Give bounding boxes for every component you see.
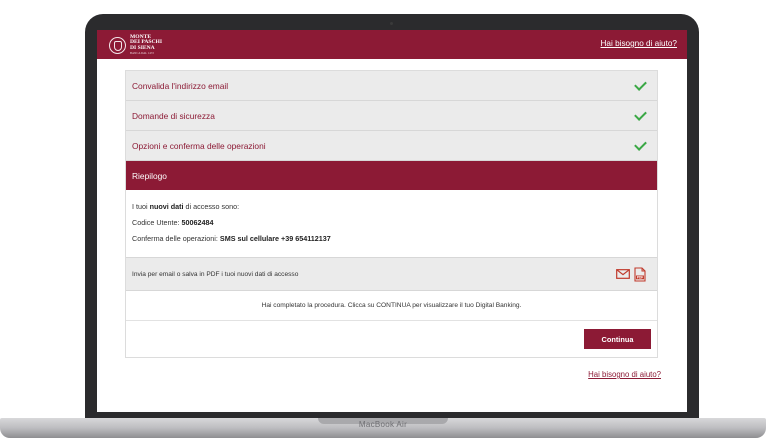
continue-button[interactable]: Continua <box>584 329 651 349</box>
step-label: Opzioni e conferma delle operazioni <box>132 140 266 151</box>
laptop-mockup: MONTE DEI PASCHI DI SIENA BANCA DAL 1472… <box>0 0 766 442</box>
header-bar: MONTE DEI PASCHI DI SIENA BANCA DAL 1472… <box>97 30 687 59</box>
actions-row: Continua <box>126 321 657 357</box>
help-link-header[interactable]: Hai bisogno di aiuto? <box>601 39 677 48</box>
step-label: Convalida l'indirizzo email <box>132 80 229 91</box>
summary-section: I tuoi nuovi dati di accesso sono: Codic… <box>126 190 657 257</box>
user-code-line: Codice Utente: 50062484 <box>132 217 651 228</box>
webcam <box>390 22 393 25</box>
completion-message-row: Hai completato la procedura. Clicca su C… <box>126 291 657 321</box>
logo-tagline: BANCA DAL 1472 <box>130 51 154 56</box>
checkmark-icon <box>634 77 647 91</box>
bank-logo[interactable]: MONTE DEI PASCHI DI SIENA BANCA DAL 1472 <box>109 34 162 56</box>
step-domande-sicurezza[interactable]: Domande di sicurezza <box>126 101 657 131</box>
browser-screen: MONTE DEI PASCHI DI SIENA BANCA DAL 1472… <box>97 30 687 412</box>
logo-wordmark: MONTE DEI PASCHI DI SIENA BANCA DAL 1472 <box>130 34 162 56</box>
share-text: Invia per email o salva in PDF i tuoi nu… <box>132 270 299 278</box>
help-link-footer[interactable]: Hai bisogno di aiuto? <box>588 370 661 379</box>
registration-panel: Convalida l'indirizzo email Domande di s… <box>125 70 658 358</box>
user-code-label: Codice Utente: <box>132 218 182 227</box>
confirm-method-value: SMS sul cellulare +39 654112137 <box>219 234 331 243</box>
intro-text-end: di accesso sono: <box>183 202 240 211</box>
device-label: MacBook Air <box>358 420 408 429</box>
checkmark-icon <box>634 137 647 151</box>
confirm-method-label: Conferma delle operazioni: <box>132 234 220 243</box>
bank-crest-icon <box>109 36 126 54</box>
share-actions: PDF <box>616 266 646 282</box>
envelope-icon[interactable] <box>616 269 630 279</box>
step-opzioni-conferma[interactable]: Opzioni e conferma delle operazioni <box>126 131 657 161</box>
completion-message: Hai completato la procedura. Clicca su C… <box>261 302 522 309</box>
summary-intro: I tuoi nuovi dati di accesso sono: <box>132 201 651 212</box>
confirm-method-line: Conferma delle operazioni: SMS sul cellu… <box>132 233 651 244</box>
active-step-label: Riepilogo <box>132 170 167 181</box>
pdf-icon[interactable]: PDF <box>634 266 646 282</box>
step-convalida-email[interactable]: Convalida l'indirizzo email <box>126 71 657 101</box>
user-code-value: 50062484 <box>181 218 214 227</box>
intro-bold: nuovi dati <box>149 202 184 211</box>
step-riepilogo-header: Riepilogo <box>126 161 657 190</box>
svg-text:PDF: PDF <box>637 275 643 279</box>
intro-text: I tuoi <box>132 202 150 211</box>
share-row: Invia per email o salva in PDF i tuoi nu… <box>126 257 657 291</box>
checkmark-icon <box>634 107 647 121</box>
step-label: Domande di sicurezza <box>132 110 215 121</box>
